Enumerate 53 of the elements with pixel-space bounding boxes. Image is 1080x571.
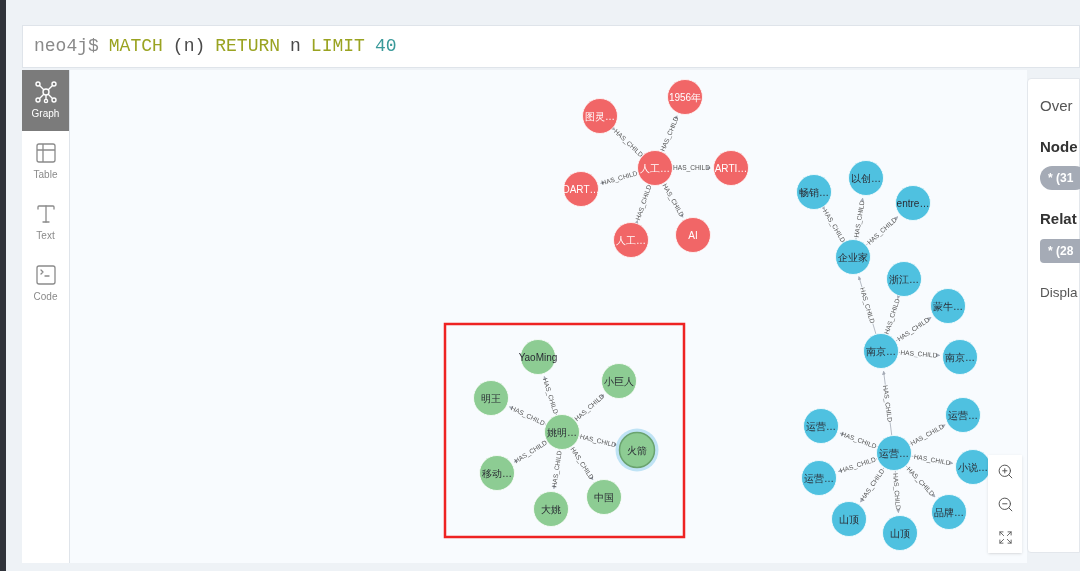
- node-heading: Node: [1040, 136, 1078, 157]
- node-label: 运营…: [948, 409, 978, 421]
- node-label: AI: [688, 229, 698, 241]
- node-label: 火箭: [627, 444, 647, 456]
- view-tab[interactable]: Table: [22, 131, 69, 192]
- node-label: 运营…: [806, 420, 836, 432]
- query-token: RETURN: [215, 35, 281, 58]
- table-icon: [33, 141, 58, 165]
- node-label: 大姚: [541, 503, 561, 515]
- node-label: 运营…: [804, 472, 834, 484]
- node-label: 人工…: [616, 234, 646, 246]
- node-label: 姚明…: [547, 426, 577, 438]
- query-token: MATCH: [108, 35, 163, 58]
- query-editor[interactable]: neo4j$ MATCH (n) RETURN n LIMIT 40: [22, 25, 1080, 68]
- node-label: 品牌…: [934, 506, 964, 518]
- node-label-pill[interactable]: * (31: [1040, 166, 1080, 190]
- node-label: 山顶: [839, 513, 859, 525]
- node-label: 中国: [594, 491, 614, 503]
- relationship-heading: Relat: [1040, 209, 1077, 229]
- view-tab[interactable]: Code: [22, 253, 69, 314]
- node-label: 以创…: [851, 172, 881, 184]
- node-label: entre…: [896, 197, 930, 209]
- node-label: 山顶: [890, 527, 910, 539]
- node-label: ARTI…: [714, 162, 748, 174]
- node-label: 人工…: [640, 162, 670, 174]
- node-label: 蒙牛…: [933, 300, 963, 312]
- node-label: 移动…: [482, 467, 512, 479]
- view-tab[interactable]: Text: [22, 192, 69, 253]
- query-prompt: neo4j$: [34, 35, 99, 58]
- node-label: 浙江…: [889, 273, 919, 285]
- zoom-in-button[interactable]: [996, 463, 1014, 481]
- node-label: 1956年: [668, 91, 702, 103]
- node-label: 企业家: [838, 251, 868, 263]
- query-token: 40: [374, 35, 397, 58]
- overview-title: Over: [1040, 96, 1073, 116]
- query-token: (n): [172, 35, 206, 58]
- view-tab[interactable]: Graph: [22, 70, 69, 131]
- query-token: LIMIT: [310, 35, 365, 58]
- query-token: n: [290, 35, 301, 58]
- node-label: 小说…: [958, 461, 988, 473]
- fit-button[interactable]: [997, 529, 1013, 545]
- graph-icon: [33, 80, 58, 104]
- node-label: 南京…: [866, 345, 896, 357]
- node-label: 畅销…: [799, 186, 829, 198]
- zoom-out-button[interactable]: [996, 496, 1014, 514]
- display-text: Displa: [1040, 283, 1078, 302]
- node-label: 图灵…: [585, 110, 615, 122]
- node-label: 运营…: [879, 447, 909, 459]
- node-label: 南京…: [945, 351, 975, 363]
- relationship-type-pill[interactable]: * (28: [1040, 238, 1080, 263]
- node-label: 小巨人: [604, 375, 634, 387]
- node-label: 明王: [481, 392, 501, 404]
- terminal-icon: [33, 263, 58, 287]
